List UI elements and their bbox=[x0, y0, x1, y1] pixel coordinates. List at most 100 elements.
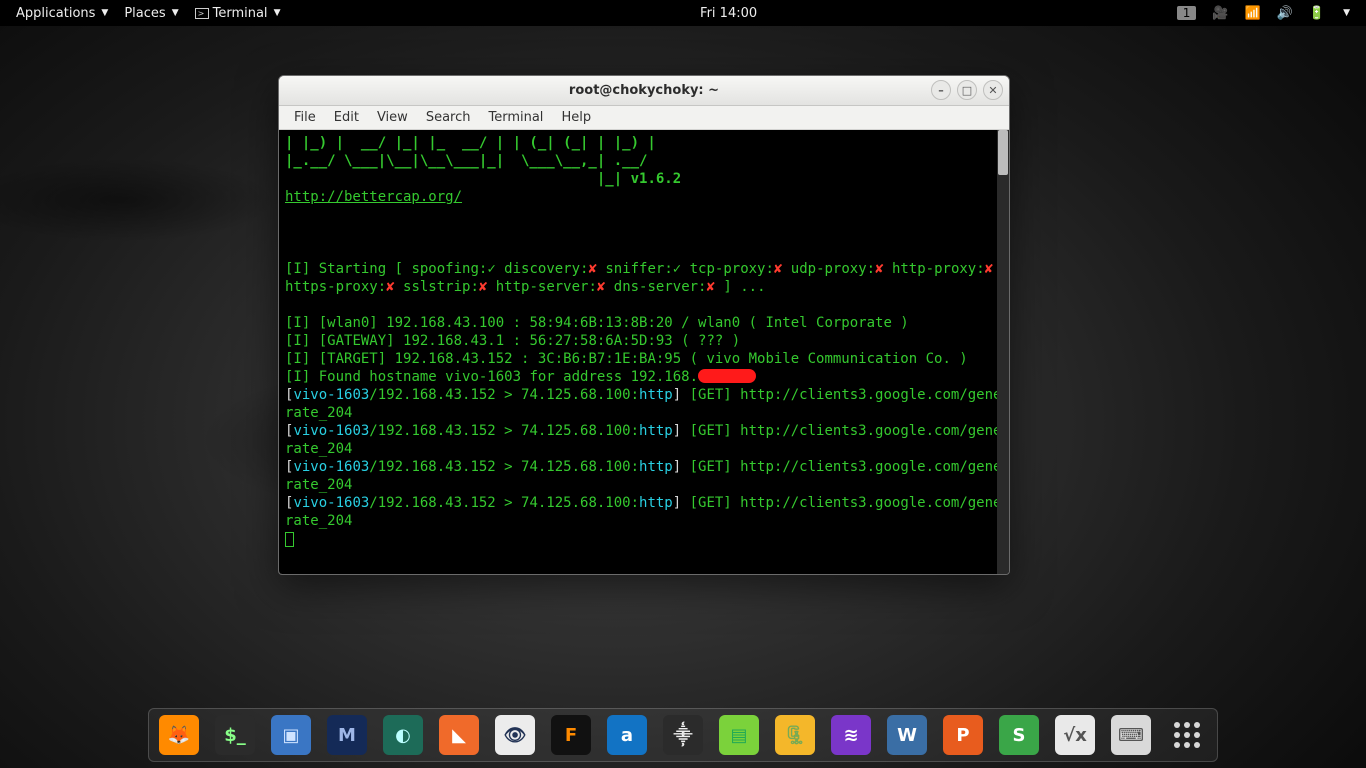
log-text: http-server: bbox=[487, 279, 597, 295]
dock-presentation[interactable]: P bbox=[943, 715, 983, 755]
chevron-down-icon: ▼ bbox=[1343, 8, 1350, 18]
menu-view[interactable]: View bbox=[368, 106, 417, 129]
gnome-topbar: Applications▼ Places▼ > Terminal▼ Fri 14… bbox=[0, 0, 1366, 26]
dock-math[interactable]: √x bbox=[1055, 715, 1095, 755]
power-indicator[interactable]: 🔋 bbox=[1301, 0, 1333, 26]
chevron-down-icon: ▼ bbox=[172, 8, 179, 18]
recorder-indicator[interactable]: 🎥 bbox=[1204, 0, 1236, 26]
menu-applications[interactable]: Applications ▼ bbox=[8, 0, 116, 26]
log-text: Starting [ spoofing: bbox=[310, 261, 487, 277]
active-app-label: Terminal bbox=[213, 6, 268, 21]
dock-burpsuite[interactable]: ◣ bbox=[439, 715, 479, 755]
cross-icon: ✘ bbox=[985, 261, 993, 277]
terminal-menubar: File Edit View Search Terminal Help bbox=[279, 106, 1009, 130]
menu-help[interactable]: Help bbox=[552, 106, 600, 129]
speaker-icon: 🔊 bbox=[1277, 6, 1293, 21]
close-icon: ✕ bbox=[988, 84, 997, 97]
menu-terminal-label: Terminal bbox=[488, 110, 543, 125]
menu-file[interactable]: File bbox=[285, 106, 325, 129]
dock-kdenlive[interactable]: ⸎ bbox=[663, 715, 703, 755]
dock-activities[interactable] bbox=[1167, 715, 1207, 755]
menu-search[interactable]: Search bbox=[417, 106, 480, 129]
bracket: ] bbox=[673, 459, 690, 475]
req-method: [GET] bbox=[690, 459, 741, 475]
dock-wireshark[interactable]: W bbox=[887, 715, 927, 755]
chevron-down-icon: ▼ bbox=[274, 8, 281, 18]
dock-app-blue[interactable]: a bbox=[607, 715, 647, 755]
ascii-art-line: | |_) | __/ |_| |_ __/ | | (_| (_| | |_)… bbox=[285, 135, 656, 151]
window-minimize-button[interactable]: – bbox=[931, 80, 951, 100]
req-proto: http bbox=[639, 387, 673, 403]
ascii-art-line: |_| bbox=[285, 171, 631, 187]
wifi-icon: 📶 bbox=[1245, 6, 1261, 21]
maximize-icon: □ bbox=[962, 84, 972, 97]
req-host: vivo-1603 bbox=[293, 459, 369, 475]
scrollbar[interactable] bbox=[997, 130, 1009, 574]
network-indicator[interactable]: 📶 bbox=[1237, 0, 1269, 26]
bracket: ] bbox=[673, 387, 690, 403]
scrollbar-thumb[interactable] bbox=[998, 130, 1008, 175]
terminal-output: | |_) | __/ |_| |_ __/ | | (_| (_| | |_)… bbox=[279, 130, 1009, 552]
req-route: /192.168.43.152 > 74.125.68.100: bbox=[369, 495, 639, 511]
req-proto: http bbox=[639, 495, 673, 511]
check-icon: ✓ bbox=[487, 261, 495, 277]
dock-armitage[interactable]: ◐ bbox=[383, 715, 423, 755]
dock-keyboard[interactable]: ⌨ bbox=[1111, 715, 1151, 755]
volume-indicator[interactable]: 🔊 bbox=[1269, 0, 1301, 26]
redaction-mark bbox=[698, 369, 756, 383]
req-proto: http bbox=[639, 423, 673, 439]
cross-icon: ✘ bbox=[588, 261, 596, 277]
req-host: vivo-1603 bbox=[293, 423, 369, 439]
window-close-button[interactable]: ✕ bbox=[983, 80, 1003, 100]
chevron-down-icon: ▼ bbox=[101, 8, 108, 18]
log-text: dns-server: bbox=[605, 279, 706, 295]
active-app-indicator[interactable]: > Terminal▼ bbox=[187, 0, 289, 26]
req-proto: http bbox=[639, 459, 673, 475]
log-text: http-proxy: bbox=[884, 261, 985, 277]
menu-terminal[interactable]: Terminal bbox=[479, 106, 552, 129]
dock-leafpad[interactable]: ▤ bbox=[719, 715, 759, 755]
menu-places-label: Places bbox=[124, 6, 165, 21]
dock-metasploit[interactable]: M bbox=[327, 715, 367, 755]
menu-view-label: View bbox=[377, 110, 408, 125]
workspace-indicator[interactable]: 1 bbox=[1169, 0, 1205, 26]
log-line: [TARGET] 192.168.43.152 : 3C:B6:B7:1E:BA… bbox=[310, 351, 967, 367]
window-maximize-button[interactable]: □ bbox=[957, 80, 977, 100]
dock-spreadsheet[interactable]: S bbox=[999, 715, 1039, 755]
log-tag: [I] bbox=[285, 369, 310, 385]
dock-firefox[interactable]: 🦊 bbox=[159, 715, 199, 755]
req-host: vivo-1603 bbox=[293, 387, 369, 403]
workspace-badge: 1 bbox=[1177, 6, 1197, 20]
dock-terminal[interactable]: $_ bbox=[215, 715, 255, 755]
dock-zenmap[interactable]: 👁 bbox=[495, 715, 535, 755]
dock-archive[interactable]: 🗜 bbox=[775, 715, 815, 755]
menu-applications-label: Applications bbox=[16, 6, 95, 21]
log-line: [GATEWAY] 192.168.43.1 : 56:27:58:6A:5D:… bbox=[310, 333, 740, 349]
cross-icon: ✘ bbox=[386, 279, 394, 295]
system-menu[interactable]: ▼ bbox=[1333, 0, 1358, 26]
dock-files[interactable]: ▣ bbox=[271, 715, 311, 755]
menu-help-label: Help bbox=[561, 110, 591, 125]
log-text: sniffer: bbox=[597, 261, 673, 277]
req-method: [GET] bbox=[690, 495, 741, 511]
menu-edit[interactable]: Edit bbox=[325, 106, 368, 129]
window-titlebar[interactable]: root@chokychoky: ~ – □ ✕ bbox=[279, 76, 1009, 106]
log-text: udp-proxy: bbox=[782, 261, 875, 277]
dock-database[interactable]: ≋ bbox=[831, 715, 871, 755]
req-method: [GET] bbox=[690, 387, 741, 403]
minimize-icon: – bbox=[938, 84, 944, 97]
log-line: Found hostname vivo-1603 for address 192… bbox=[310, 369, 698, 385]
bracket: ] bbox=[673, 423, 690, 439]
battery-icon: 🔋 bbox=[1309, 6, 1325, 21]
check-icon: ✓ bbox=[673, 261, 681, 277]
dock-faraday[interactable]: F bbox=[551, 715, 591, 755]
req-route: /192.168.43.152 > 74.125.68.100: bbox=[369, 387, 639, 403]
menu-places[interactable]: Places ▼ bbox=[116, 0, 186, 26]
dock: 🦊 $_ ▣ M ◐ ◣ 👁 Fa ⸎ ▤ 🗜 ≋ WPS √x ⌨ bbox=[148, 708, 1218, 762]
req-route: /192.168.43.152 > 74.125.68.100: bbox=[369, 423, 639, 439]
terminal-viewport[interactable]: | |_) | __/ |_| |_ __/ | | (_| (_| | |_)… bbox=[279, 130, 1009, 574]
req-route: /192.168.43.152 > 74.125.68.100: bbox=[369, 459, 639, 475]
clock[interactable]: Fri 14:00 bbox=[692, 0, 765, 26]
project-url: http://bettercap.org/ bbox=[285, 189, 462, 205]
log-text: tcp-proxy: bbox=[681, 261, 774, 277]
